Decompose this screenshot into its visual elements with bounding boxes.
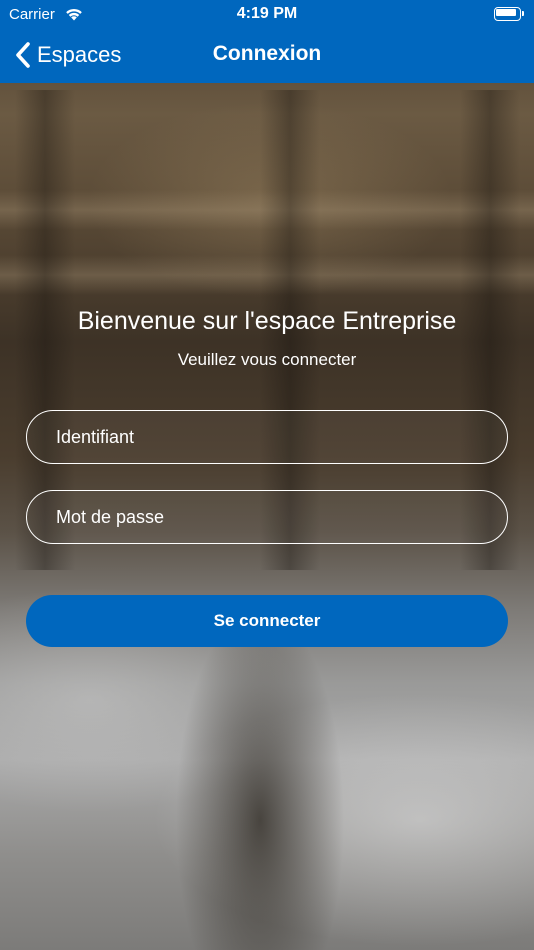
login-input[interactable] — [27, 411, 507, 463]
battery-icon — [494, 7, 524, 21]
status-bar: Carrier 4:19 PM — [0, 0, 534, 28]
password-input[interactable] — [27, 491, 507, 543]
password-field-container — [26, 490, 508, 544]
welcome-title: Bienvenue sur l'espace Entreprise — [77, 307, 457, 335]
login-button[interactable]: Se connecter — [26, 595, 508, 647]
status-time: 4:19 PM — [236, 5, 298, 22]
welcome-subtitle: Veuillez vous connecter — [177, 350, 357, 369]
page-title: Connexion — [212, 42, 322, 65]
background-image — [0, 0, 534, 950]
navigation-bar: Espaces Connexion — [0, 28, 534, 83]
login-field-container — [26, 410, 508, 464]
